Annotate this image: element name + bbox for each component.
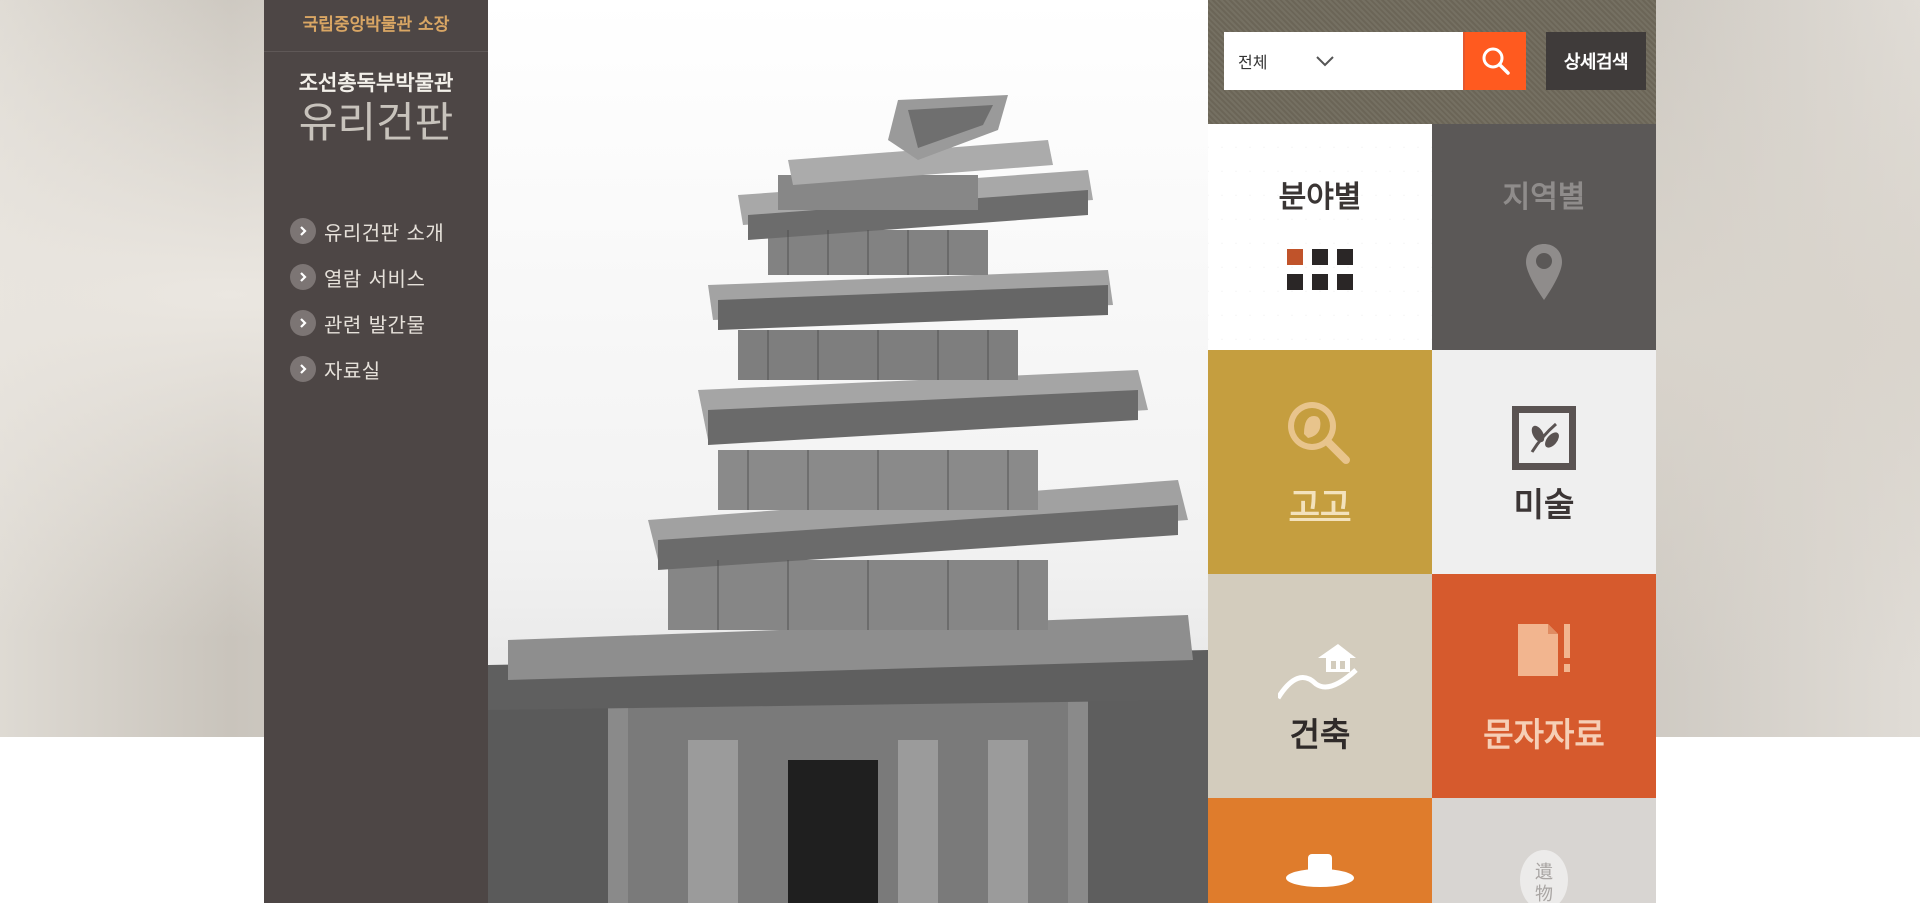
stone-pagoda-photo: [488, 0, 1208, 903]
chevron-right-icon: [290, 264, 316, 290]
tab-region[interactable]: 지역별: [1432, 124, 1656, 350]
menu-item-publications[interactable]: 관련 발간물: [290, 300, 444, 346]
relic-seal-icon: 遺 物: [1520, 850, 1568, 903]
menu-label: 유리건판 소개: [324, 220, 445, 245]
framed-plant-icon: [1512, 406, 1576, 470]
search-scope-value: 전체: [1238, 53, 1268, 72]
category-relics[interactable]: 遺 物: [1432, 798, 1656, 903]
tab-region-label: 지역별: [1502, 180, 1586, 215]
hero-photo: [488, 0, 1208, 903]
chevron-down-icon: [1316, 56, 1334, 67]
menu-label: 열람 서비스: [324, 266, 426, 291]
svg-text:遺: 遺: [1535, 862, 1553, 883]
sidebar-menu: 유리건판 소개 열람 서비스 관련 발간물 자료실: [290, 208, 444, 392]
gat-hat-icon: [1286, 854, 1354, 887]
menu-label: 관련 발간물: [324, 312, 426, 337]
advanced-search-button[interactable]: 상세검색: [1546, 32, 1646, 90]
chevron-right-icon: [290, 356, 316, 382]
menu-item-intro[interactable]: 유리건판 소개: [290, 208, 444, 254]
search-input[interactable]: [1346, 32, 1464, 90]
menu-label: 자료실: [324, 358, 381, 383]
category-archaeology[interactable]: 고고: [1208, 350, 1432, 574]
category-panel: 전체 상세검색 분야별 지역별 고고 미술 건축 문자자료 遺 物: [1208, 0, 1656, 903]
pavilion-mountain-icon: [1278, 644, 1358, 700]
category-art[interactable]: 미술: [1432, 350, 1656, 574]
chevron-right-icon: [290, 310, 316, 336]
brand-title-large[interactable]: 유리건판: [264, 98, 488, 148]
brand-subtitle: 국립중앙박물관 소장: [302, 15, 450, 35]
category-label: 문자자료: [1483, 715, 1605, 754]
map-pin-icon: [1526, 244, 1562, 300]
chevron-right-icon: [290, 218, 316, 244]
svg-text:物: 物: [1535, 884, 1553, 903]
search-icon: [1482, 47, 1510, 75]
sidebar-divider: [264, 51, 488, 52]
sidebar: 국립중앙박물관 소장 조선총독부박물관 유리건판 유리건판 소개 열람 서비스: [264, 0, 488, 903]
grid-icon: [1287, 249, 1353, 290]
search-bar: 전체 상세검색: [1208, 0, 1656, 124]
document-brush-icon: [1518, 624, 1570, 676]
category-documents[interactable]: 문자자료: [1432, 574, 1656, 798]
category-folk[interactable]: [1208, 798, 1432, 903]
tab-field[interactable]: 분야별: [1208, 124, 1432, 350]
category-architecture[interactable]: 건축: [1208, 574, 1432, 798]
brand-title-small[interactable]: 조선총독부박물관: [264, 68, 488, 98]
category-label: 미술: [1513, 485, 1575, 524]
search-button[interactable]: [1465, 32, 1526, 90]
menu-item-archive[interactable]: 자료실: [290, 346, 444, 392]
category-label: 고고: [1289, 485, 1351, 524]
category-label: 건축: [1289, 715, 1351, 754]
magnifier-figure-icon: [1288, 402, 1350, 464]
search-scope-select[interactable]: 전체: [1224, 32, 1346, 90]
menu-item-service[interactable]: 열람 서비스: [290, 254, 444, 300]
tab-field-label: 분야별: [1278, 180, 1362, 215]
main-container: 국립중앙박물관 소장 조선총독부박물관 유리건판 유리건판 소개 열람 서비스: [264, 0, 1656, 903]
